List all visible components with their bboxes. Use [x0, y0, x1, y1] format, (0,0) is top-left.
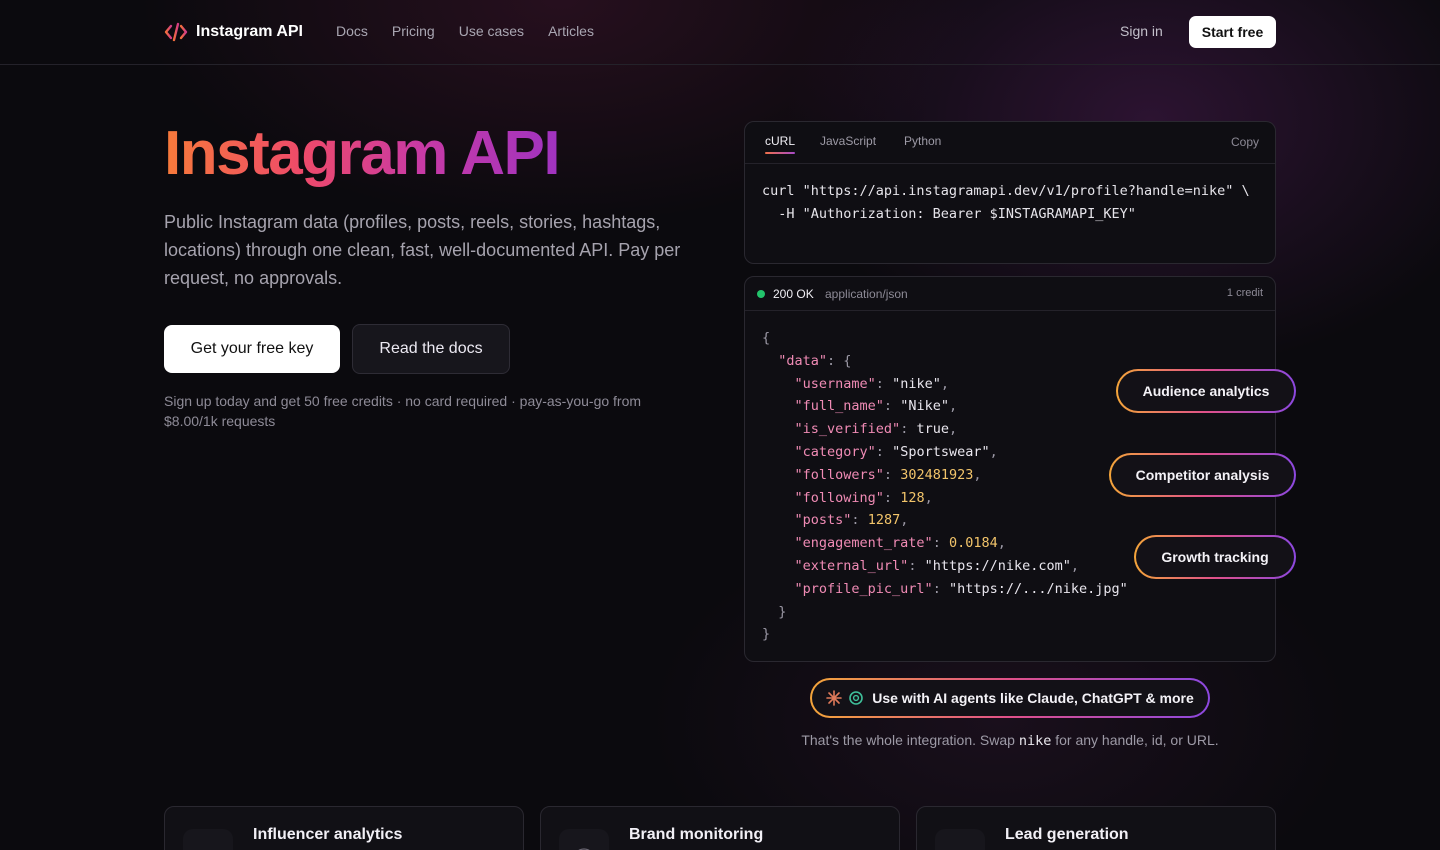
json-value: "Sportswear" [892, 443, 990, 460]
card-title: Lead generation [1005, 826, 1129, 843]
nav-links: Docs Pricing Use cases Articles [336, 23, 594, 39]
handle-code: nike [1018, 733, 1052, 749]
json-value: "nike" [892, 375, 941, 392]
card-title: Brand monitoring [629, 826, 764, 843]
code-brackets-icon [164, 22, 188, 42]
nav-link-pricing[interactable]: Pricing [392, 23, 435, 39]
signup-note: Sign up today and get 50 free credits · … [164, 393, 642, 429]
json-value: "Nike" [900, 398, 949, 415]
top-nav: Instagram API Docs Pricing Use cases Art… [0, 0, 1440, 65]
content-type: application/json [825, 287, 908, 301]
json-key: "external_url" [794, 557, 909, 574]
json-value: 302481923 [900, 466, 974, 483]
json-key: "following" [794, 489, 884, 506]
json-line: "external_url": "https://nike.com", [794, 557, 1080, 574]
nav-link-articles[interactable]: Articles [548, 23, 594, 39]
json-key: "category" [794, 443, 876, 460]
json-key: "data" [778, 352, 828, 369]
json-key: "engagement_rate" [794, 535, 933, 552]
json-key: "username" [794, 375, 876, 392]
tab-python[interactable]: Python [904, 134, 941, 148]
copy-button[interactable]: Copy [1231, 135, 1259, 149]
integration-note: That's the whole integration. Swap nike … [744, 732, 1276, 749]
chatgpt-icon [849, 691, 864, 705]
tab-curl[interactable]: cURL [765, 134, 795, 148]
json-line: "followers": 302481923, [794, 466, 982, 483]
code-tabs: cURL JavaScript Python Copy [745, 122, 1275, 164]
feature-card-brand[interactable]: Brand monitoring [540, 806, 900, 850]
json-key: "full_name" [794, 398, 884, 415]
json-value: "https://nike.com" [924, 557, 1071, 574]
active-tab-indicator [765, 152, 795, 154]
json-key: "posts" [794, 512, 852, 529]
ai-agents-label: Use with AI agents like Claude, ChatGPT … [872, 690, 1194, 706]
curl-code: curl "https://api.instagramapi.dev/v1/pr… [762, 180, 1250, 226]
ai-agents-pill[interactable]: Use with AI agents like Claude, ChatGPT … [810, 678, 1210, 718]
json-value: "https://.../nike.jpg" [948, 580, 1128, 597]
status-dot-icon [757, 290, 765, 298]
get-free-key-button[interactable]: Get your free key [164, 325, 340, 373]
card-title: Influencer analytics [253, 826, 403, 843]
json-value: 1287 [867, 512, 901, 529]
pill-label: Competitor analysis [1111, 455, 1294, 495]
ai-agents-inner: Use with AI agents like Claude, ChatGPT … [812, 680, 1208, 716]
json-line: "is_verified": true, [794, 421, 958, 438]
json-key: "profile_pic_url" [794, 580, 933, 597]
read-docs-button[interactable]: Read the docs [352, 324, 510, 374]
target-icon [935, 829, 985, 850]
logo-text: Instagram API [196, 23, 303, 40]
json-key: "followers" [794, 466, 884, 483]
feature-card-lead[interactable]: Lead generation [916, 806, 1276, 850]
hero-title: Instagram API [164, 119, 561, 188]
json-line: "full_name": "Nike", [794, 398, 958, 415]
request-code-panel: cURL JavaScript Python Copy curl "https:… [744, 121, 1276, 264]
pill-audience-analytics[interactable]: Audience analytics [1116, 369, 1296, 413]
pill-label: Growth tracking [1136, 537, 1294, 577]
radar-icon [559, 829, 609, 850]
json-line: "username": "nike", [794, 375, 949, 392]
code-line: -H "Authorization: Bearer $INSTAGRAMAPI_… [762, 206, 1136, 222]
json-value: true [916, 421, 949, 438]
feature-card-influencer[interactable]: Influencer analytics [164, 806, 524, 850]
note-text: for any handle, id, or URL. [1051, 732, 1219, 748]
pill-growth-tracking[interactable]: Growth tracking [1134, 535, 1296, 579]
ai-icons [826, 690, 864, 706]
note-text: That's the whole integration. Swap [801, 732, 1019, 748]
tab-javascript[interactable]: JavaScript [820, 134, 876, 148]
json-response: { "data": { "username": "nike", "full_na… [762, 330, 1128, 643]
status-code: 200 OK [773, 287, 814, 301]
start-free-button[interactable]: Start free [1189, 16, 1276, 48]
json-key: "is_verified" [794, 421, 901, 438]
json-fields: "username": "nike", "full_name": "Nike",… [762, 373, 1128, 601]
json-line: "posts": 1287, [794, 512, 909, 529]
json-line: "engagement_rate": 0.0184, [794, 535, 1006, 552]
sign-in-link[interactable]: Sign in [1120, 23, 1163, 39]
response-header: 200 OK application/json 1 credit [745, 277, 1275, 311]
json-line: "profile_pic_url": "https://.../nike.jpg… [794, 580, 1128, 597]
logo[interactable]: Instagram API [164, 20, 303, 44]
credit-cost: 1 credit [1226, 287, 1263, 299]
nav-link-docs[interactable]: Docs [336, 23, 368, 39]
pill-label: Audience analytics [1118, 371, 1294, 411]
search-icon [183, 829, 233, 850]
json-line: "category": "Sportswear", [794, 443, 998, 460]
json-value: 128 [900, 489, 925, 506]
json-line: "following": 128, [794, 489, 933, 506]
json-value: 0.0184 [948, 535, 998, 552]
claude-starburst-icon [826, 690, 843, 706]
hero-subtitle: Public Instagram data (profiles, posts, … [164, 212, 681, 288]
nav-link-use-cases[interactable]: Use cases [459, 23, 524, 39]
pill-competitor-analysis[interactable]: Competitor analysis [1109, 453, 1296, 497]
code-line: curl "https://api.instagramapi.dev/v1/pr… [762, 183, 1250, 199]
